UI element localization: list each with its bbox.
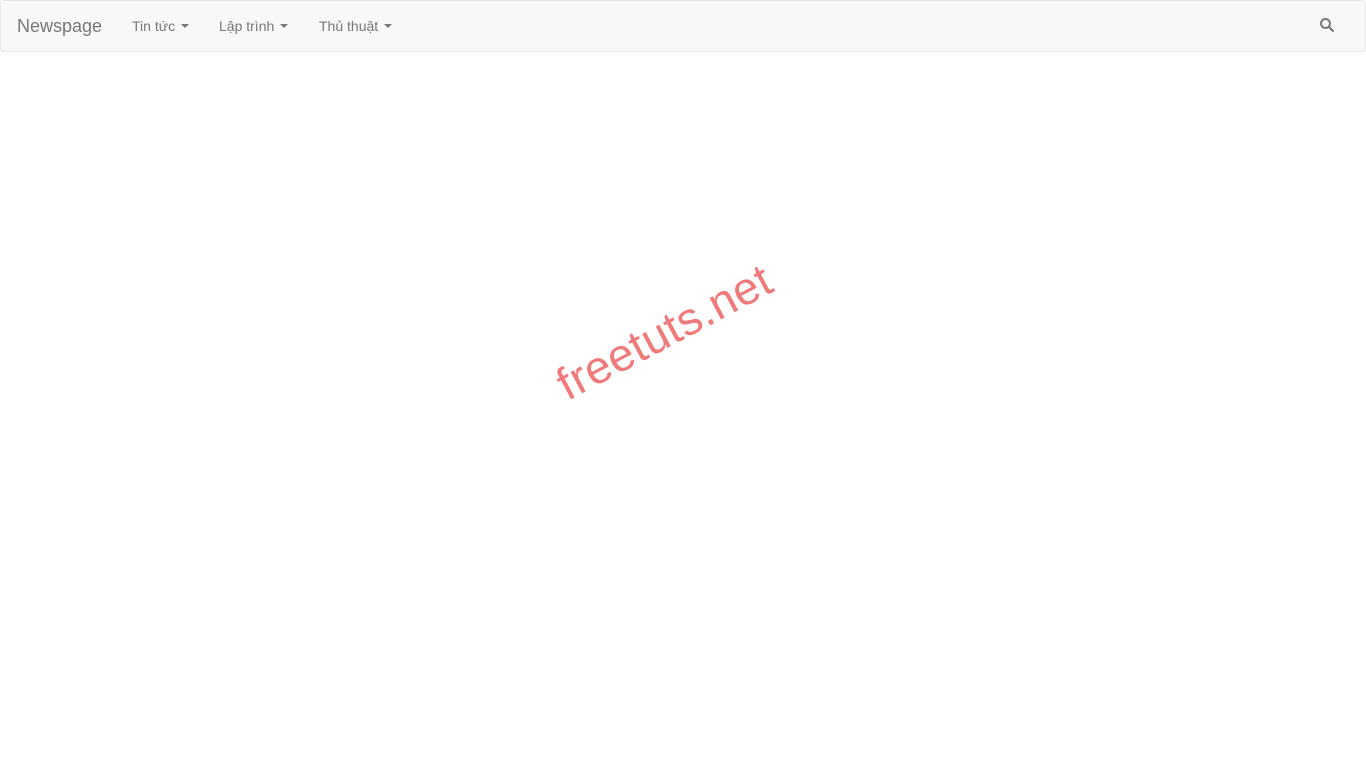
nav-dropdown-label: Tin tức (132, 18, 176, 34)
top-navbar: Newspage Tin tức Lập trình Thủ thuật (0, 0, 1366, 52)
search-icon (1320, 18, 1335, 33)
nav-dropdown-label: Thủ thuật (319, 18, 379, 34)
caret-down-icon (280, 24, 289, 28)
nav-dropdown-thu-thuat[interactable]: Thủ thuật (319, 17, 393, 35)
caret-down-icon (384, 24, 393, 28)
nav-dropdown-lap-trinh[interactable]: Lập trình (219, 17, 289, 35)
watermark-text: freetuts.net (547, 253, 781, 410)
nav-dropdown-label: Lập trình (219, 18, 275, 34)
nav-dropdown-tin-tuc[interactable]: Tin tức (132, 17, 190, 35)
caret-down-icon (181, 24, 190, 28)
search-button[interactable] (1319, 17, 1337, 35)
brand-link[interactable]: Newspage (17, 16, 102, 36)
